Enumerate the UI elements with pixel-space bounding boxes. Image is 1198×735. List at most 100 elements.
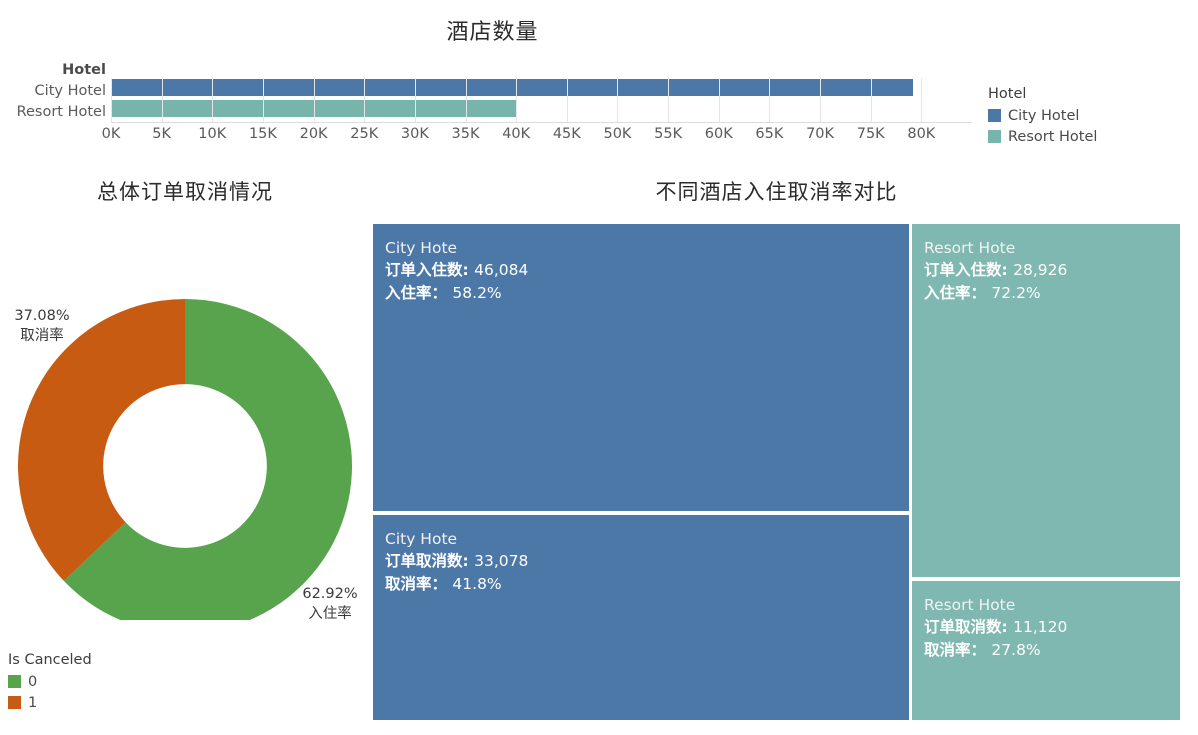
treemap-cell-rate: 入住率： 58.2% [385, 282, 909, 304]
bar-chart-axis-caption: Hotel [62, 62, 106, 78]
treemap-cell-city-cancel[interactable]: City Hote 订单取消数: 33,078 取消率： 41.8% [373, 515, 909, 720]
bar-x-tick-label: 25K [350, 126, 379, 142]
bar-x-tick-label: 75K [856, 126, 885, 142]
donut-annotation-cancel-rate: 37.08% 取消率 [4, 306, 80, 346]
color-swatch-icon [8, 696, 21, 709]
bar-x-tick-label: 55K [654, 126, 683, 142]
treemap-rate-label: 取消率： [924, 640, 987, 659]
bar-legend-label-city-hotel: City Hotel [1008, 107, 1080, 124]
gridline [870, 78, 872, 122]
treemap-metric-label: 订单取消数: [924, 618, 1008, 637]
bar-row-label-resort-hotel: Resort Hotel [16, 104, 106, 120]
gridline [262, 78, 264, 122]
donut-cancel-label: 取消率 [20, 328, 64, 344]
treemap-metric-label: 订单入住数: [924, 261, 1008, 280]
donut-legend-item-0[interactable]: 0 [8, 672, 92, 691]
bar-legend-item-resort-hotel[interactable]: Resort Hotel [988, 127, 1097, 146]
treemap-metric-value: 11,120 [1013, 618, 1068, 637]
treemap-cell-name: City Hote [385, 239, 458, 257]
treemap-rate-value: 27.8% [991, 640, 1041, 659]
bar-legend-label-resort-hotel: Resort Hotel [1008, 128, 1098, 145]
bar-x-tick-label: 60K [704, 126, 733, 142]
treemap-cell-metric: 订单入住数: 28,926 [924, 259, 1180, 281]
bar-x-tick-label: 40K [502, 126, 531, 142]
treemap-rate-value: 58.2% [452, 283, 502, 302]
bar-chart-axis-line [111, 122, 972, 123]
treemap-title: 不同酒店入住取消率对比 [655, 180, 898, 204]
gridline [111, 78, 112, 122]
donut-chart-title: 总体订单取消情况 [97, 180, 273, 204]
treemap-rate-value: 72.2% [991, 283, 1041, 302]
treemap-cell-name: Resort Hote [924, 239, 1016, 257]
bar-x-tick-label: 10K [198, 126, 227, 142]
donut-legend-label-0: 0 [28, 673, 38, 690]
bar-chart-title: 酒店数量 [446, 20, 539, 45]
treemap-cell-metric: 订单取消数: 33,078 [385, 550, 909, 572]
gridline [414, 78, 416, 122]
treemap-cell-resort-cancel[interactable]: Resort Hote 订单取消数: 11,120 取消率： 27.8% [912, 581, 1180, 720]
donut-legend-label-1: 1 [28, 694, 38, 711]
treemap-cell-city-checkin[interactable]: City Hote 订单入住数: 46,084 入住率： 58.2% [373, 224, 909, 511]
bar-x-tick-label: 65K [755, 126, 784, 142]
treemap-rate-label: 入住率： [385, 283, 448, 302]
gridline [465, 78, 467, 122]
bar-city-hotel[interactable] [111, 79, 913, 96]
bar-x-tick-label: 15K [248, 126, 277, 142]
bar-x-tick-label: 35K [451, 126, 480, 142]
bar-x-tick-label: 0K [101, 126, 121, 142]
donut-annotation-checkin-rate: 62.92% 入住率 [288, 584, 372, 624]
gridline [516, 78, 518, 122]
donut-legend-item-1[interactable]: 1 [8, 693, 92, 712]
gridline [921, 78, 923, 122]
treemap-rate-value: 41.8% [452, 574, 502, 593]
treemap-cell-metric: 订单入住数: 46,084 [385, 259, 909, 281]
treemap-cell-name: Resort Hote [924, 596, 1016, 614]
treemap-metric-label: 订单入住数: [385, 261, 469, 280]
gridline [212, 78, 214, 122]
treemap-cell-name: City Hote [385, 530, 458, 548]
donut-checkin-label: 入住率 [308, 606, 352, 622]
donut-cancel-pct: 37.08% [14, 308, 70, 324]
bar-chart-plot-area [111, 78, 972, 122]
hotel-count-bar-chart: 酒店数量 Hotel City Hotel Resort Hotel Hotel… [0, 0, 1198, 160]
bar-chart-legend: Hotel City Hotel Resort Hotel [988, 86, 1097, 146]
treemap-rate-label: 入住率： [924, 283, 987, 302]
bar-legend-title: Hotel [988, 86, 1027, 102]
gridline [364, 78, 366, 122]
bar-x-tick-label: 5K [152, 126, 172, 142]
treemap-cell-rate: 取消率： 27.8% [924, 639, 1180, 661]
treemap-metric-value: 46,084 [474, 261, 529, 280]
treemap-cell-metric: 订单取消数: 11,120 [924, 616, 1180, 638]
gridline [820, 78, 822, 122]
gridline [313, 78, 315, 122]
gridline [668, 78, 670, 122]
bar-x-tick-label: 45K [552, 126, 581, 142]
gridline [769, 78, 771, 122]
bar-x-tick-label: 80K [907, 126, 936, 142]
color-swatch-icon [988, 109, 1001, 122]
donut-slices [18, 299, 352, 620]
treemap-cell-rate: 取消率： 41.8% [385, 573, 909, 595]
treemap-cell-resort-checkin[interactable]: Resort Hote 订单入住数: 28,926 入住率： 72.2% [912, 224, 1180, 577]
color-swatch-icon [8, 675, 21, 688]
donut-checkin-pct: 62.92% [302, 586, 358, 602]
bar-row-label-city-hotel: City Hotel [34, 83, 106, 99]
donut-legend-title: Is Canceled [8, 652, 92, 668]
treemap-rate-label: 取消率： [385, 574, 448, 593]
gridline [718, 78, 720, 122]
treemap-metric-label: 订单取消数: [385, 552, 469, 571]
bar-x-tick-label: 30K [400, 126, 429, 142]
gridline [566, 78, 568, 122]
bar-x-tick-label: 70K [806, 126, 835, 142]
donut-chart-legend: Is Canceled 0 1 [8, 652, 92, 712]
bar-legend-item-city-hotel[interactable]: City Hotel [988, 106, 1097, 125]
bar-x-tick-label: 20K [299, 126, 328, 142]
treemap-metric-value: 28,926 [1013, 261, 1068, 280]
gridline [161, 78, 163, 122]
color-swatch-icon [988, 130, 1001, 143]
treemap-cell-rate: 入住率： 72.2% [924, 282, 1180, 304]
bar-x-tick-label: 50K [603, 126, 632, 142]
treemap-metric-value: 33,078 [474, 552, 529, 571]
gridline [617, 78, 619, 122]
treemap-plot-area: City Hote 订单入住数: 46,084 入住率： 58.2% City … [373, 224, 1180, 720]
